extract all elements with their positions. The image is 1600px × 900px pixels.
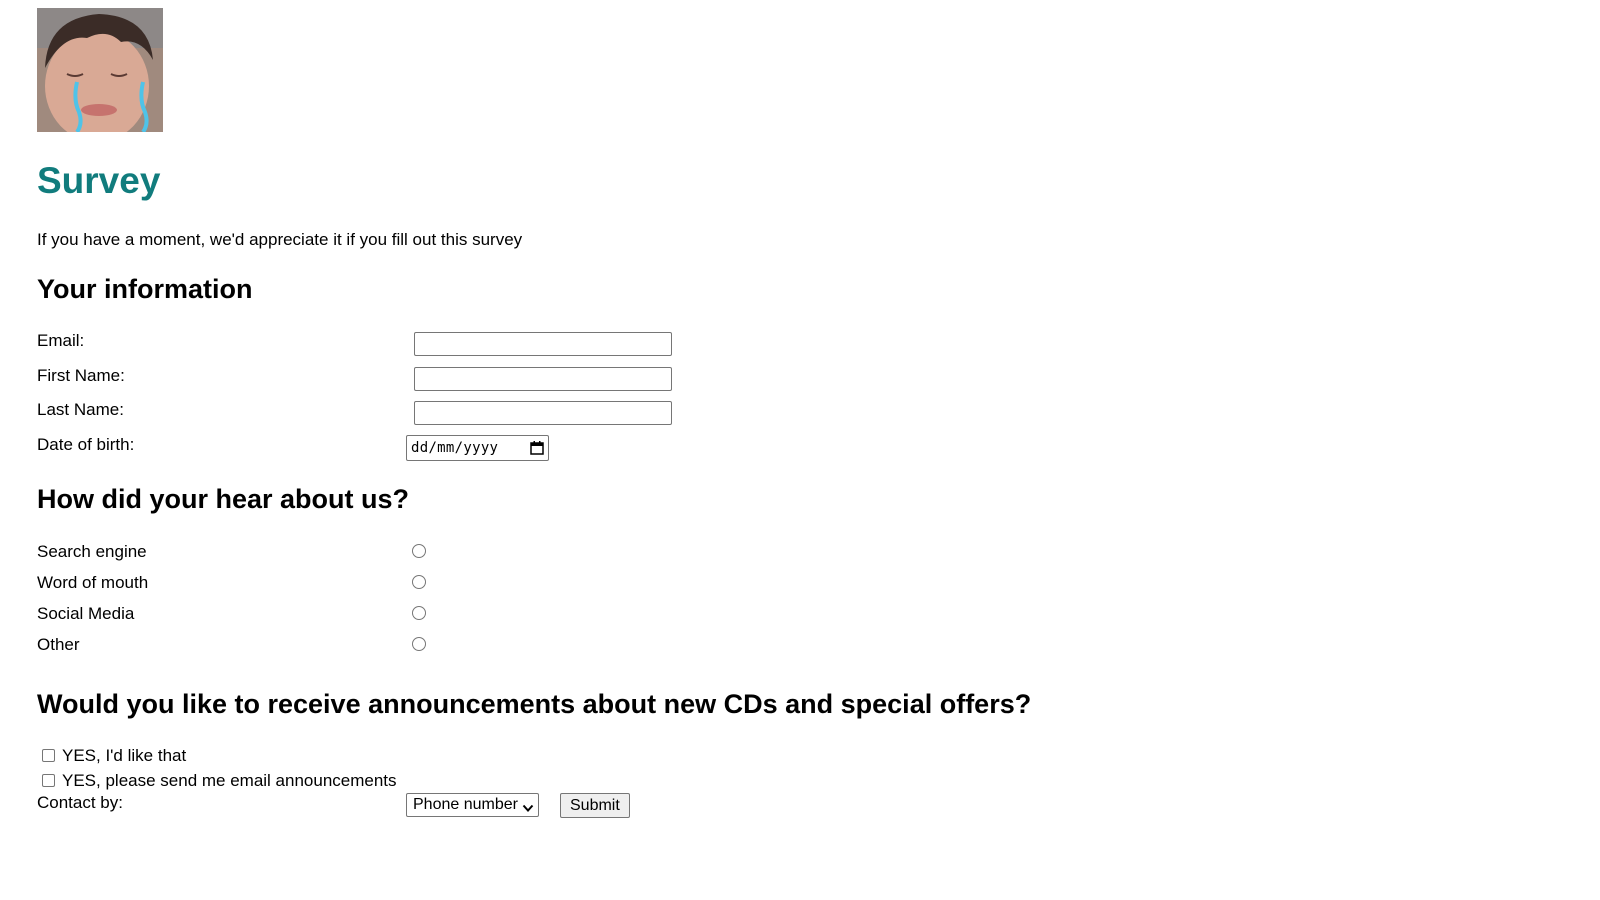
radio-social-media[interactable] bbox=[412, 606, 426, 620]
radio-word-of-mouth[interactable] bbox=[412, 575, 426, 589]
option-social-media-label: Social Media bbox=[37, 604, 135, 623]
checkbox-yes-like-that-label: YES, I'd like that bbox=[62, 746, 187, 765]
option-word-of-mouth-label: Word of mouth bbox=[37, 573, 149, 592]
date-of-birth-input[interactable]: dd/mm/yyyy bbox=[406, 435, 549, 461]
option-search-engine-label: Search engine bbox=[37, 542, 147, 561]
dob-label: Date of birth: bbox=[37, 435, 135, 454]
calendar-icon[interactable] bbox=[530, 441, 544, 455]
first-name-label: First Name: bbox=[37, 366, 125, 385]
radio-search-engine[interactable] bbox=[412, 544, 426, 558]
announcements-heading: Would you like to receive announcements … bbox=[37, 689, 1032, 719]
contact-method-select[interactable]: Phone number bbox=[406, 793, 539, 817]
radio-other[interactable] bbox=[412, 637, 426, 651]
first-name-field[interactable] bbox=[414, 367, 672, 391]
contact-by-label: Contact by: bbox=[37, 793, 123, 812]
checkbox-email-announcements-label: YES, please send me email announcements bbox=[62, 771, 397, 790]
last-name-label: Last Name: bbox=[37, 400, 124, 419]
chevron-down-icon bbox=[522, 800, 534, 812]
last-name-field[interactable] bbox=[414, 401, 672, 425]
email-label: Email: bbox=[37, 331, 85, 350]
your-information-heading: Your information bbox=[37, 274, 253, 304]
intro-text: If you have a moment, we'd appreciate it… bbox=[37, 230, 523, 249]
contact-method-value: Phone number bbox=[413, 796, 518, 813]
crying-face-image bbox=[37, 8, 163, 132]
submit-button[interactable]: Submit bbox=[560, 793, 630, 818]
page-title: Survey bbox=[37, 160, 161, 201]
option-other-label: Other bbox=[37, 635, 80, 654]
checkbox-yes-like-that[interactable] bbox=[42, 749, 55, 762]
hear-about-heading: How did your hear about us? bbox=[37, 484, 410, 514]
survey-page: Survey If you have a moment, we'd apprec… bbox=[0, 0, 1600, 900]
avatar bbox=[37, 8, 163, 132]
email-field[interactable] bbox=[414, 332, 672, 356]
checkbox-email-announcements[interactable] bbox=[42, 774, 55, 787]
date-placeholder: dd/mm/yyyy bbox=[411, 440, 499, 456]
